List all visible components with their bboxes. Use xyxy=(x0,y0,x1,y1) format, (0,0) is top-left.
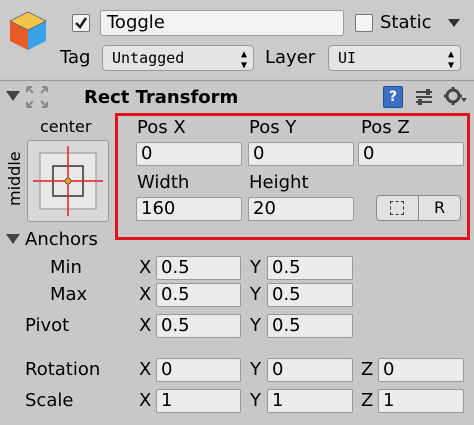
anchors-foldout-arrow-icon[interactable] xyxy=(6,234,20,245)
tag-label: Tag xyxy=(60,47,91,68)
pos-y-field[interactable]: 0 xyxy=(248,142,354,166)
component-title: Rect Transform xyxy=(84,87,239,108)
scale-y-field[interactable]: 1 xyxy=(267,389,353,413)
anchor-horizontal-label: center xyxy=(40,117,92,136)
static-dropdown-arrow-icon[interactable] xyxy=(448,19,460,29)
pivot-label: Pivot xyxy=(25,315,70,336)
static-label: Static xyxy=(380,12,432,33)
pivot-y-field[interactable]: 0.5 xyxy=(267,314,353,338)
inspector-header: Toggle Static Tag Untagged ▲ ▼ Layer UI ▲… xyxy=(0,0,474,78)
pivot-x-axis: X xyxy=(139,315,152,336)
rotation-y-field[interactable]: 0 xyxy=(267,358,353,382)
pivot-y-axis: Y xyxy=(250,315,261,336)
anchor-preset-icon xyxy=(33,146,103,216)
checkmark-icon xyxy=(75,17,88,30)
scale-label: Scale xyxy=(25,390,74,411)
anchors-max-y-field[interactable]: 0.5 xyxy=(267,283,353,307)
raw-edit-button[interactable]: R xyxy=(418,195,461,221)
rotation-x-axis: X xyxy=(139,359,152,380)
pos-z-label: Pos Z xyxy=(361,117,410,138)
blueprint-mode-button[interactable] xyxy=(376,195,419,221)
presets-slider-icon[interactable] xyxy=(414,87,434,107)
width-label: Width xyxy=(137,172,190,193)
height-label: Height xyxy=(249,172,309,193)
static-checkbox[interactable] xyxy=(355,14,373,32)
foldout-arrow-icon[interactable] xyxy=(6,91,20,102)
anchors-min-y-field[interactable]: 0.5 xyxy=(267,256,353,280)
scale-x-field[interactable]: 1 xyxy=(156,389,241,413)
pos-y-label: Pos Y xyxy=(249,117,297,138)
dropdown-arrows-icon: ▲ ▼ xyxy=(447,49,454,71)
layer-label: Layer xyxy=(265,47,316,68)
anchor-vertical-label: middle xyxy=(5,151,24,206)
dropdown-arrows-icon: ▲ ▼ xyxy=(240,49,247,71)
rotation-label: Rotation xyxy=(25,359,101,380)
anchors-min-x-axis: X xyxy=(139,257,152,278)
anchors-max-x-field[interactable]: 0.5 xyxy=(156,283,241,307)
cube-icon xyxy=(9,11,47,50)
blueprint-mode-icon xyxy=(390,201,404,215)
anchor-presets-button[interactable] xyxy=(27,140,109,222)
tag-dropdown[interactable]: Untagged ▲ ▼ xyxy=(102,45,254,71)
raw-edit-label: R xyxy=(433,198,446,217)
scale-z-field[interactable]: 1 xyxy=(378,389,464,413)
anchors-max-y-axis: Y xyxy=(250,284,261,305)
pivot-x-field[interactable]: 0.5 xyxy=(156,314,241,338)
tag-value: Untagged xyxy=(112,49,185,67)
layer-value: UI xyxy=(338,49,357,67)
rotation-y-axis: Y xyxy=(250,359,261,380)
height-field[interactable]: 20 xyxy=(248,197,354,221)
width-field[interactable]: 160 xyxy=(136,197,242,221)
scale-y-axis: Y xyxy=(250,390,261,411)
active-checkbox[interactable] xyxy=(72,14,90,32)
layer-dropdown[interactable]: UI ▲ ▼ xyxy=(328,45,461,71)
rotation-x-field[interactable]: 0 xyxy=(156,358,241,382)
gear-icon[interactable] xyxy=(443,86,467,106)
object-name-field[interactable]: Toggle xyxy=(100,10,344,36)
anchors-label[interactable]: Anchors xyxy=(25,229,98,251)
scale-z-axis: Z xyxy=(361,390,374,411)
rect-transform-icon xyxy=(26,86,48,108)
rotation-z-axis: Z xyxy=(361,359,374,380)
anchors-min-x-field[interactable]: 0.5 xyxy=(156,256,241,280)
anchors-min-label: Min xyxy=(50,257,82,278)
component-header[interactable]: Rect Transform ? xyxy=(0,81,474,111)
pos-x-field[interactable]: 0 xyxy=(136,142,242,166)
help-book-icon[interactable]: ? xyxy=(383,86,403,108)
pos-z-field[interactable]: 0 xyxy=(358,142,464,166)
scale-x-axis: X xyxy=(139,390,152,411)
rotation-z-field[interactable]: 0 xyxy=(378,358,464,382)
anchors-max-label: Max xyxy=(50,284,88,305)
anchors-min-y-axis: Y xyxy=(250,257,261,278)
pos-x-label: Pos X xyxy=(137,117,186,138)
anchors-max-x-axis: X xyxy=(139,284,152,305)
